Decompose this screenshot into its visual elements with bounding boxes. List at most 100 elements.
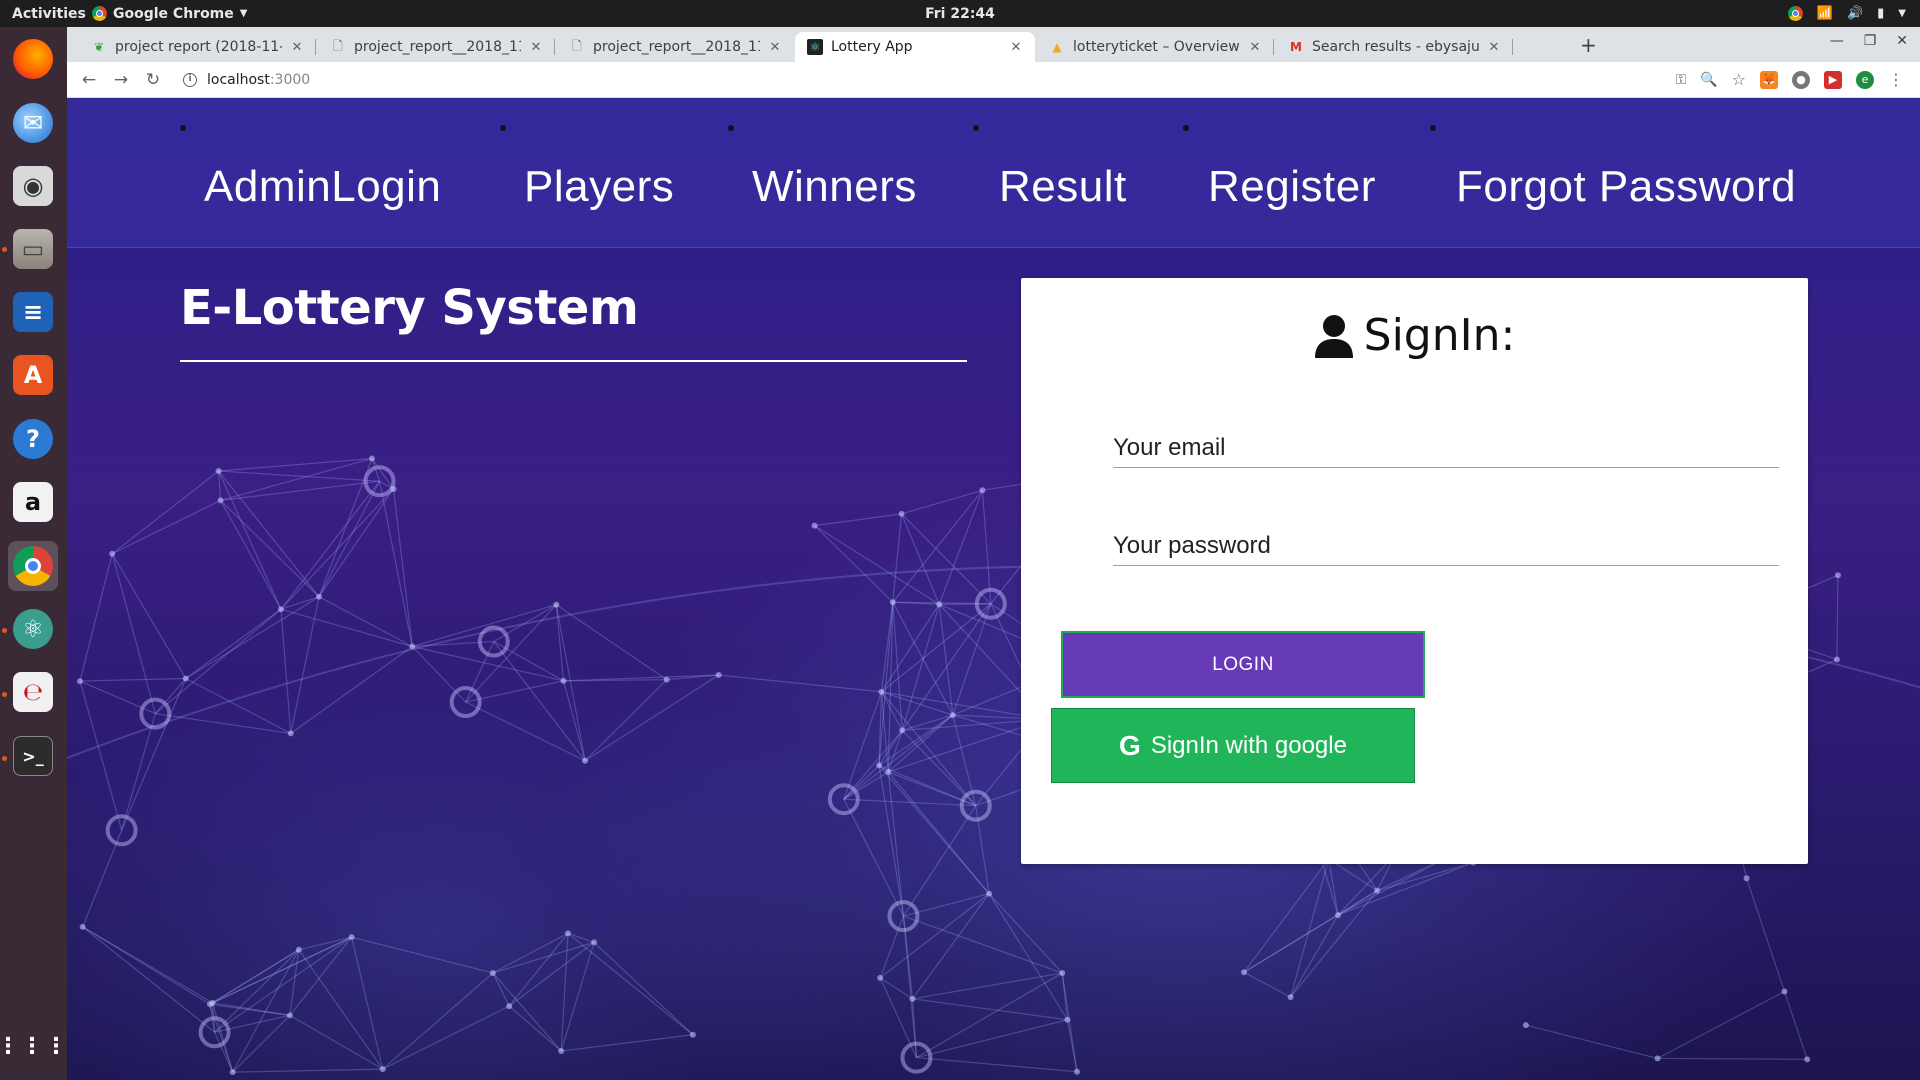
network-link — [843, 764, 880, 800]
network-link — [232, 949, 300, 1073]
nav-admin-login[interactable]: AdminLogin — [204, 162, 441, 212]
activities-button[interactable]: Activities — [0, 6, 92, 22]
key-icon[interactable]: ⚿ — [1676, 72, 1687, 88]
network-link — [939, 603, 991, 605]
show-applications-button[interactable]: ⋮⋮⋮ — [0, 1021, 67, 1071]
network-node — [553, 601, 560, 608]
nav-result[interactable]: Result — [999, 162, 1127, 212]
extension-icons: ⚿ 🔍 ☆ 🦊 ● ▶ e ⋮ — [1676, 70, 1904, 89]
url-port: :3000 — [269, 72, 311, 88]
extension-circle-icon[interactable]: ● — [1792, 70, 1810, 89]
pdf-icon: ℮ — [13, 672, 53, 712]
back-arrow-icon[interactable]: ← — [73, 70, 105, 90]
close-tab-icon[interactable]: ✕ — [1485, 40, 1503, 55]
network-node — [582, 757, 589, 764]
network-link — [185, 608, 282, 679]
network-node — [560, 677, 567, 684]
tab-title: project_report__2018_11_ — [593, 39, 760, 55]
star-icon[interactable]: ☆ — [1732, 70, 1746, 89]
network-link — [79, 677, 186, 682]
tab-2[interactable]: 🗋 project_report__2018_11_ ✕ — [557, 32, 794, 62]
clock[interactable]: Fri 22:44 — [0, 6, 1920, 22]
nav-register[interactable]: Register — [1208, 162, 1376, 212]
network-node — [936, 601, 943, 608]
signin-title: SignIn: — [1363, 310, 1516, 361]
network-link — [1657, 990, 1785, 1059]
firefox-launcher[interactable] — [8, 34, 58, 84]
network-link — [952, 603, 992, 716]
password-input[interactable] — [1113, 526, 1779, 565]
network-link — [1745, 878, 1786, 992]
files-launcher[interactable]: ▭ — [8, 224, 58, 274]
login-button[interactable]: LOGIN — [1061, 631, 1425, 698]
rhythmbox-launcher[interactable]: ◉ — [8, 161, 58, 211]
terminal-launcher[interactable]: >_ — [8, 731, 58, 781]
restore-icon[interactable]: ❐ — [1864, 33, 1877, 49]
tab-strip: ❦ project report (2018-11-24 ✕ 🗋 project… — [67, 27, 1920, 62]
thunderbird-launcher[interactable]: ✉ — [8, 98, 58, 148]
email-input[interactable] — [1113, 428, 1779, 467]
nav-players[interactable]: Players — [524, 162, 674, 212]
tab-lottery-app[interactable]: ⚛ Lottery App ✕ — [795, 32, 1035, 62]
close-tab-icon[interactable]: ✕ — [288, 40, 306, 55]
network-node — [489, 969, 496, 976]
network-node — [1074, 1068, 1081, 1075]
info-icon[interactable]: i — [183, 73, 197, 87]
battery-icon[interactable]: ▮ — [1877, 6, 1884, 21]
new-tab-button[interactable]: + — [1580, 33, 1597, 57]
close-tab-icon[interactable]: ✕ — [527, 40, 545, 55]
app-menu[interactable]: Google Chrome ▼ — [92, 6, 247, 22]
help-launcher[interactable]: ? — [8, 414, 58, 464]
network-link — [981, 490, 992, 604]
app-menu-label: Google Chrome — [113, 5, 234, 22]
nav-winners[interactable]: Winners — [752, 162, 917, 212]
forward-arrow-icon[interactable]: → — [105, 70, 137, 90]
software-center-launcher[interactable]: A — [8, 350, 58, 400]
network-node — [229, 1069, 236, 1076]
close-tab-icon[interactable]: ✕ — [1007, 40, 1025, 55]
network-link — [561, 1034, 693, 1052]
extension-red-icon[interactable]: ▶ — [1824, 70, 1842, 89]
wifi-icon[interactable]: 📶 — [1817, 6, 1833, 21]
network-link — [493, 641, 586, 762]
close-window-icon[interactable]: ✕ — [1896, 33, 1908, 49]
network-link — [214, 949, 300, 1033]
address-bar[interactable]: i localhost:3000 — [175, 66, 1695, 94]
pdf-viewer-launcher[interactable]: ℮ — [8, 667, 58, 717]
network-node — [1522, 1022, 1529, 1029]
network-node — [1743, 875, 1750, 882]
zoom-icon[interactable]: 🔍 — [1700, 72, 1717, 88]
close-tab-icon[interactable]: ✕ — [766, 40, 784, 55]
tab-4[interactable]: ▲ lotteryticket – Overview – ✕ — [1037, 32, 1274, 62]
close-tab-icon[interactable]: ✕ — [1246, 40, 1264, 55]
google-signin-button[interactable]: G SignIn with google — [1051, 708, 1415, 783]
amazon-launcher[interactable]: a — [8, 477, 58, 527]
system-tray[interactable]: 📶 🔊 ▮ ▼ — [1787, 0, 1906, 27]
running-indicator — [2, 692, 7, 697]
network-link — [814, 525, 940, 605]
nav-forgot-password[interactable]: Forgot Password — [1456, 162, 1796, 212]
network-link — [218, 470, 380, 482]
terminal-icon: >_ — [13, 736, 53, 776]
network-link — [892, 513, 903, 603]
tab-5[interactable]: M Search results - ebysaju12 ✕ — [1276, 32, 1513, 62]
metamask-icon[interactable]: 🦊 — [1760, 70, 1778, 89]
menu-kebab-icon[interactable]: ⋮ — [1888, 70, 1904, 89]
volume-icon[interactable]: 🔊 — [1847, 6, 1863, 21]
tab-0[interactable]: ❦ project report (2018-11-24 ✕ — [79, 32, 316, 62]
tab-1[interactable]: 🗋 project_report__2018_11_ ✕ — [318, 32, 555, 62]
chrome-tray-icon[interactable] — [1787, 6, 1803, 21]
running-indicator — [2, 247, 7, 252]
network-link — [318, 480, 381, 598]
minimize-icon[interactable]: — — [1830, 33, 1844, 49]
chrome-icon — [92, 6, 107, 21]
tab-title: Lottery App — [831, 39, 913, 55]
profile-avatar[interactable]: e — [1856, 70, 1874, 89]
chrome-launcher[interactable] — [8, 541, 58, 591]
chevron-down-icon[interactable]: ▼ — [1898, 8, 1906, 19]
network-node — [1334, 912, 1341, 919]
atom-launcher[interactable]: ⚛ — [8, 604, 58, 654]
reload-icon[interactable]: ↻ — [137, 70, 169, 90]
network-link — [1290, 890, 1378, 998]
writer-launcher[interactable]: ≡ — [8, 287, 58, 337]
